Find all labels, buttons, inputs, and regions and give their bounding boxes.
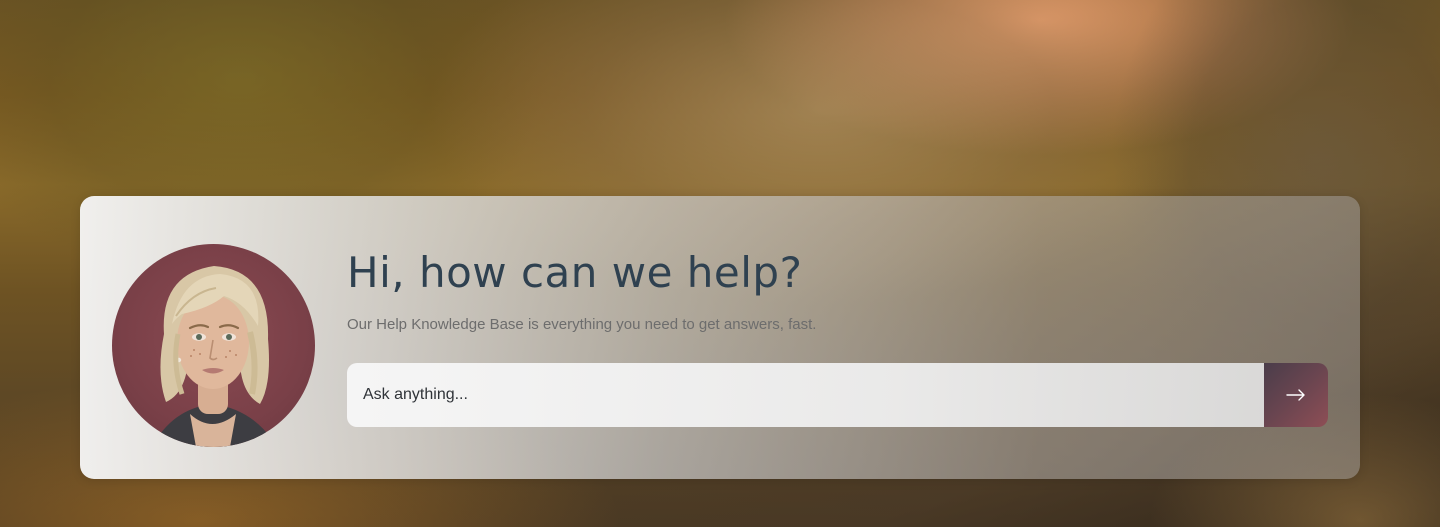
search-input[interactable] <box>347 363 1264 427</box>
search-submit-button[interactable] <box>1264 363 1328 427</box>
woman-portrait-icon <box>152 266 277 447</box>
help-hero-card: Hi, how can we help? Our Help Knowledge … <box>80 196 1360 479</box>
arrow-right-icon <box>1286 389 1305 401</box>
search-bar <box>347 363 1328 427</box>
page-subtitle: Our Help Knowledge Base is everything yo… <box>347 316 817 333</box>
support-agent-avatar <box>112 244 315 447</box>
page-title: Hi, how can we help? <box>347 248 803 297</box>
